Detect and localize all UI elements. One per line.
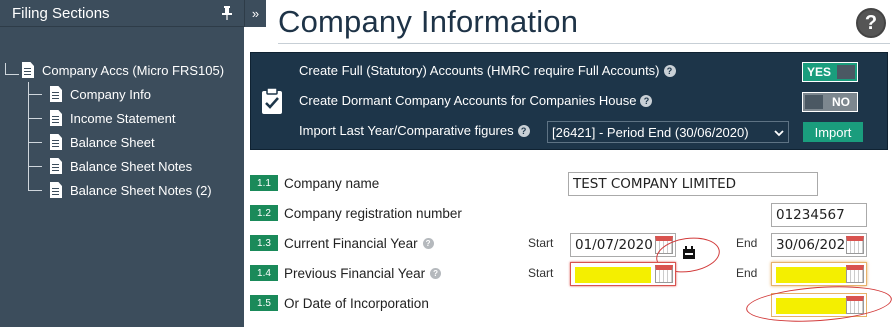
highlight-mark xyxy=(776,267,848,283)
sidebar-item-label: Company Info xyxy=(70,86,151,102)
current-financial-year-row: 1.3 Current Financial Year ? xyxy=(250,233,434,253)
row-number-badge: 1.2 xyxy=(250,205,278,221)
highlight-mark xyxy=(575,267,651,283)
sidebar-item-label: Balance Sheet Notes xyxy=(70,158,193,174)
help-icon[interactable]: ? xyxy=(430,267,442,279)
help-icon[interactable]: ? xyxy=(663,64,676,77)
options-panel: Create Full (Statutory) Accounts (HMRC r… xyxy=(250,52,888,150)
calendar-icon[interactable] xyxy=(846,265,864,283)
sidebar-item-label: Balance Sheet Notes (2) xyxy=(70,182,212,198)
tree-connector xyxy=(28,94,42,95)
row-number-badge: 1.3 xyxy=(250,235,278,251)
field-label: Previous Financial Year ? xyxy=(284,265,442,281)
import-label: Import Last Year/Comparative figures xyxy=(299,123,514,138)
tree-connector xyxy=(5,63,19,75)
sidebar-item-company-info[interactable]: Company Info xyxy=(28,82,244,106)
row-number-badge: 1.1 xyxy=(250,175,278,191)
sidebar-item-balance-sheet-notes-2[interactable]: Balance Sheet Notes (2) xyxy=(28,178,244,202)
start-label: Start xyxy=(528,266,554,280)
annotation-circle xyxy=(744,281,894,327)
full-accounts-label: Create Full (Statutory) Accounts (HMRC r… xyxy=(299,63,660,78)
document-icon xyxy=(50,110,62,126)
tree-children: Company Info Income Statement Balance Sh… xyxy=(28,82,244,202)
sidebar-title: Filing Sections xyxy=(12,4,110,22)
sections-tree: Company Accs (Micro FRS105) Company Info… xyxy=(0,58,244,202)
previous-year-end-input[interactable] xyxy=(771,262,867,286)
company-name-input[interactable]: TEST COMPANY LIMITED xyxy=(568,172,818,196)
main-content: Company Information ? Create Full (Statu… xyxy=(244,0,895,327)
tree-root-company-accs[interactable]: Company Accs (Micro FRS105) xyxy=(0,58,244,82)
calendar-icon[interactable] xyxy=(655,265,673,283)
tree-connector xyxy=(28,142,42,143)
document-icon xyxy=(50,158,62,174)
field-label-text: Previous Financial Year xyxy=(284,265,426,281)
toggle-knob xyxy=(837,65,855,79)
end-label: End xyxy=(736,266,758,280)
toggle-knob xyxy=(805,95,823,109)
period-select-value: [26421] - Period End (30/06/2020) xyxy=(552,124,749,140)
tree-connector xyxy=(28,190,42,191)
import-button[interactable]: Import xyxy=(803,122,863,142)
full-accounts-row: Create Full (Statutory) Accounts (HMRC r… xyxy=(299,63,676,78)
pin-icon[interactable] xyxy=(220,6,234,20)
document-icon xyxy=(22,62,34,78)
field-label-text: Current Financial Year xyxy=(284,235,418,251)
help-icon[interactable]: ? xyxy=(517,124,530,137)
document-icon xyxy=(50,86,62,102)
title-divider xyxy=(278,43,890,44)
help-button[interactable]: ? xyxy=(856,8,886,38)
input-value: 30/06/2021 xyxy=(776,237,854,253)
sidebar: Filing Sections Company Accs (Micro FRS1… xyxy=(0,0,244,327)
registration-number-row: 1.2 Company registration number xyxy=(250,203,462,223)
company-name-row: 1.1 Company name xyxy=(250,173,379,193)
calendar-icon[interactable] xyxy=(846,236,864,254)
field-label: Or Date of Incorporation xyxy=(284,295,429,311)
dormant-accounts-row: Create Dormant Company Accounts for Comp… xyxy=(299,93,653,108)
document-icon xyxy=(50,134,62,150)
field-label: Company registration number xyxy=(284,205,462,221)
help-icon[interactable]: ? xyxy=(640,94,653,107)
clipboard-check-icon xyxy=(260,87,284,115)
full-accounts-toggle[interactable]: YES xyxy=(802,62,858,82)
sidebar-header: Filing Sections xyxy=(0,0,244,27)
registration-number-input[interactable]: 01234567 xyxy=(771,203,867,227)
sidebar-item-label: Income Statement xyxy=(70,110,176,126)
help-icon[interactable]: ? xyxy=(422,237,434,249)
dormant-accounts-label: Create Dormant Company Accounts for Comp… xyxy=(299,93,637,108)
date-of-incorporation-row: 1.5 Or Date of Incorporation xyxy=(250,293,429,313)
sidebar-item-label: Balance Sheet xyxy=(70,134,155,150)
field-label: Current Financial Year ? xyxy=(284,236,434,251)
chevron-down-icon xyxy=(774,125,784,140)
row-number-badge: 1.5 xyxy=(250,295,278,311)
tree-connector xyxy=(28,166,42,167)
input-value: 01/07/2020 xyxy=(575,237,653,253)
document-icon xyxy=(50,182,62,198)
start-label: Start xyxy=(528,236,554,250)
current-year-end-input[interactable]: 30/06/2021 xyxy=(771,233,867,257)
end-label: End xyxy=(736,236,758,250)
sidebar-item-income-statement[interactable]: Income Statement xyxy=(28,106,244,130)
tree-root-label: Company Accs (Micro FRS105) xyxy=(42,62,225,78)
sidebar-item-balance-sheet-notes[interactable]: Balance Sheet Notes xyxy=(28,154,244,178)
period-select[interactable]: [26421] - Period End (30/06/2020) xyxy=(547,121,789,143)
tree-connector xyxy=(28,118,42,119)
previous-financial-year-row: 1.4 Previous Financial Year ? xyxy=(250,263,442,283)
toggle-label: YES xyxy=(806,65,831,79)
page-title: Company Information xyxy=(278,4,579,39)
sidebar-item-balance-sheet[interactable]: Balance Sheet xyxy=(28,130,244,154)
dormant-accounts-toggle[interactable]: NO xyxy=(802,92,858,112)
app-window: Filing Sections Company Accs (Micro FRS1… xyxy=(0,0,895,327)
toggle-label: NO xyxy=(832,95,850,109)
import-row: Import Last Year/Comparative figures ? xyxy=(299,123,530,138)
field-label: Company name xyxy=(284,175,380,191)
previous-year-start-input[interactable] xyxy=(570,262,676,286)
row-number-badge: 1.4 xyxy=(250,265,278,281)
